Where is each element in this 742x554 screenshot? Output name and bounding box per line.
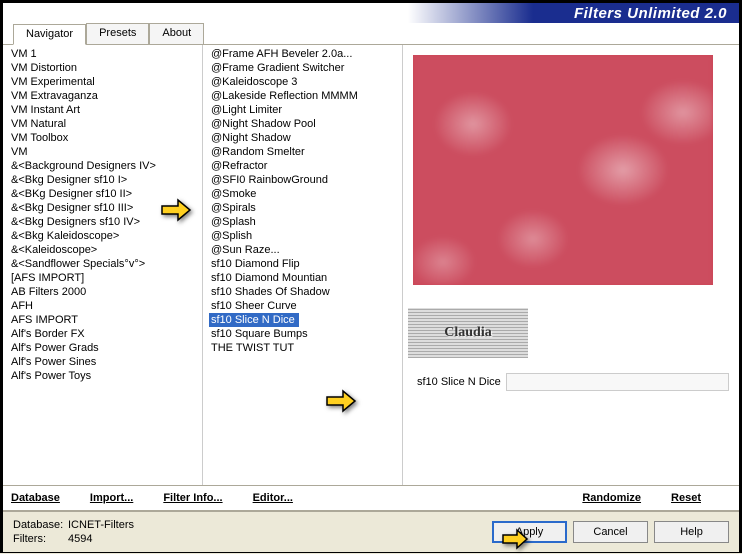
list-item[interactable]: @Night Shadow bbox=[209, 131, 402, 145]
title-bar: Filters Unlimited 2.0 bbox=[3, 3, 739, 23]
database-label: Database: bbox=[13, 519, 68, 531]
cancel-button[interactable]: Cancel bbox=[573, 521, 648, 543]
tab-presets[interactable]: Presets bbox=[86, 23, 149, 44]
filter-name-field bbox=[506, 373, 729, 391]
list-item[interactable]: AFS IMPORT bbox=[9, 313, 202, 327]
help-button[interactable]: Help bbox=[654, 521, 729, 543]
tab-bar: Navigator Presets About bbox=[3, 23, 739, 45]
list-item[interactable]: Alf's Power Sines bbox=[9, 355, 202, 369]
list-item[interactable]: Alf's Power Grads bbox=[9, 341, 202, 355]
list-item[interactable]: @Kaleidoscope 3 bbox=[209, 75, 402, 89]
list-item[interactable]: THE TWIST TUT bbox=[209, 341, 402, 355]
list-item[interactable]: sf10 Square Bumps bbox=[209, 327, 402, 341]
list-item[interactable]: VM Experimental bbox=[9, 75, 202, 89]
database-value: ICNET-Filters bbox=[68, 519, 134, 531]
list-item[interactable]: &<Kaleidoscope> bbox=[9, 243, 202, 257]
list-item[interactable]: VM Distortion bbox=[9, 61, 202, 75]
list-item[interactable]: sf10 Sheer Curve bbox=[209, 299, 402, 313]
list-item[interactable]: @Sun Raze... bbox=[209, 243, 402, 257]
list-item[interactable]: VM Natural bbox=[9, 117, 202, 131]
list-item[interactable]: Alf's Border FX bbox=[9, 327, 202, 341]
list-item[interactable]: VM Extravaganza bbox=[9, 89, 202, 103]
list-item[interactable]: @Night Shadow Pool bbox=[209, 117, 402, 131]
list-item[interactable]: sf10 Diamond Flip bbox=[209, 257, 402, 271]
list-item[interactable]: Alf's Power Toys bbox=[9, 369, 202, 383]
reset-button[interactable]: Reset bbox=[671, 492, 701, 504]
toolbar-row: Database Import... Filter Info... Editor… bbox=[3, 485, 739, 511]
list-item[interactable]: @Light Limiter bbox=[209, 103, 402, 117]
list-item[interactable]: &<Bkg Designer sf10 III> bbox=[9, 201, 202, 215]
watermark: Claudia bbox=[408, 308, 528, 358]
filter-listbox[interactable]: @Frame AFH Beveler 2.0a...@Frame Gradien… bbox=[203, 45, 402, 485]
list-item[interactable]: sf10 Diamond Mountian bbox=[209, 271, 402, 285]
list-item[interactable]: &<Bkg Designers sf10 IV> bbox=[9, 215, 202, 229]
tab-navigator[interactable]: Navigator bbox=[13, 24, 86, 45]
list-item[interactable]: @Frame Gradient Switcher bbox=[209, 61, 402, 75]
list-item[interactable]: @Lakeside Reflection MMMM bbox=[209, 89, 402, 103]
list-item[interactable]: @Spirals bbox=[209, 201, 402, 215]
randomize-button[interactable]: Randomize bbox=[582, 492, 641, 504]
list-item[interactable]: &<Background Designers IV> bbox=[9, 159, 202, 173]
list-item[interactable]: @Random Smelter bbox=[209, 145, 402, 159]
current-filter-name: sf10 Slice N Dice bbox=[413, 376, 501, 388]
list-item[interactable]: VM bbox=[9, 145, 202, 159]
list-item[interactable]: @Splish bbox=[209, 229, 402, 243]
import-button[interactable]: Import... bbox=[90, 492, 133, 504]
list-item[interactable]: @SFI0 RainbowGround bbox=[209, 173, 402, 187]
app-title: Filters Unlimited 2.0 bbox=[574, 5, 727, 22]
status-bar: Database: ICNET-Filters Filters: 4594 Ap… bbox=[3, 512, 739, 552]
list-item[interactable]: AB Filters 2000 bbox=[9, 285, 202, 299]
apply-button[interactable]: Apply bbox=[492, 521, 567, 543]
list-item[interactable]: sf10 Shades Of Shadow bbox=[209, 285, 402, 299]
preview-panel: sf10 Slice N Dice bbox=[403, 45, 739, 485]
list-item[interactable]: [AFS IMPORT] bbox=[9, 271, 202, 285]
preview-image bbox=[413, 55, 713, 285]
filters-value: 4594 bbox=[68, 533, 92, 545]
category-listbox[interactable]: VM 1VM DistortionVM ExperimentalVM Extra… bbox=[3, 45, 202, 485]
list-item[interactable]: VM Instant Art bbox=[9, 103, 202, 117]
list-item[interactable]: AFH bbox=[9, 299, 202, 313]
filter-info-button[interactable]: Filter Info... bbox=[163, 492, 222, 504]
list-item[interactable]: &<Sandflower Specials°v°> bbox=[9, 257, 202, 271]
filter-name-row: sf10 Slice N Dice bbox=[413, 373, 729, 391]
preview-pattern bbox=[413, 55, 713, 285]
tab-about[interactable]: About bbox=[149, 23, 204, 44]
list-item[interactable]: @Frame AFH Beveler 2.0a... bbox=[209, 47, 402, 61]
list-item[interactable]: &<Bkg Designer sf10 I> bbox=[9, 173, 202, 187]
list-item[interactable]: @Splash bbox=[209, 215, 402, 229]
editor-button[interactable]: Editor... bbox=[253, 492, 293, 504]
filters-label: Filters: bbox=[13, 533, 68, 545]
list-item[interactable]: &<Bkg Kaleidoscope> bbox=[9, 229, 202, 243]
list-item[interactable]: sf10 Slice N Dice bbox=[209, 313, 299, 327]
list-item[interactable]: @Refractor bbox=[209, 159, 402, 173]
filter-list-panel: @Frame AFH Beveler 2.0a...@Frame Gradien… bbox=[203, 45, 403, 485]
list-item[interactable]: VM Toolbox bbox=[9, 131, 202, 145]
category-list-panel: VM 1VM DistortionVM ExperimentalVM Extra… bbox=[3, 45, 203, 485]
database-button[interactable]: Database bbox=[11, 492, 60, 504]
list-item[interactable]: &<BKg Designer sf10 II> bbox=[9, 187, 202, 201]
list-item[interactable]: @Smoke bbox=[209, 187, 402, 201]
list-item[interactable]: VM 1 bbox=[9, 47, 202, 61]
main-panel: VM 1VM DistortionVM ExperimentalVM Extra… bbox=[3, 45, 739, 485]
status-info: Database: ICNET-Filters Filters: 4594 bbox=[13, 519, 134, 545]
